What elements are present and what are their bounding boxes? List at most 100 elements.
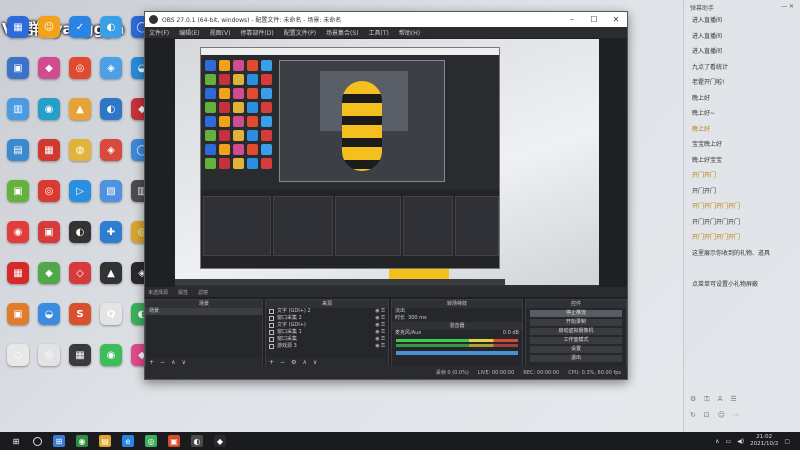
desktop-icon[interactable]: ▣ (34, 221, 64, 262)
desktop-icon[interactable]: ▧ (96, 180, 126, 221)
desktop-icon[interactable]: ▦ (65, 344, 95, 385)
taskbar-app-icon[interactable]: ◉ (76, 435, 88, 447)
control-button[interactable]: 启动虚拟摄像机 (530, 328, 622, 335)
close-icon[interactable]: ✕ (605, 12, 627, 27)
preview-canvas[interactable] (175, 39, 599, 291)
desktop-icon[interactable]: S (65, 303, 95, 344)
source-item[interactable]: 窗口采集 2 ◉ ⚿ (266, 315, 388, 322)
minimize-icon[interactable]: – (561, 12, 583, 27)
more-icon[interactable]: ⋯ (733, 411, 740, 419)
gear-icon[interactable]: ⚙ (291, 359, 296, 366)
desktop-icon[interactable]: Q (96, 303, 126, 344)
control-button[interactable]: 开始录制 (530, 319, 622, 326)
transition-select[interactable]: 淡出 (392, 308, 522, 315)
duration-row[interactable]: 时长 300 ms (392, 315, 522, 322)
desktop-icon[interactable]: ▦ (34, 139, 64, 180)
up-icon[interactable]: ∧ (302, 359, 306, 366)
list-icon[interactable]: ☰ (730, 395, 736, 403)
desktop-icon[interactable]: ▦ (3, 16, 33, 57)
visibility-lock-icon[interactable]: ◉ ⚿ (375, 322, 385, 329)
menu-item[interactable]: 编辑(E) (179, 28, 199, 37)
up-icon[interactable]: ∧ (171, 359, 175, 366)
add-icon[interactable]: + (149, 359, 154, 366)
control-button[interactable]: 设置 (530, 346, 622, 353)
taskbar-app-icon[interactable]: ◎ (145, 435, 157, 447)
tray-up-icon[interactable]: ∧ (715, 438, 719, 445)
down-icon[interactable]: ∨ (181, 359, 185, 366)
user-icon[interactable]: ☺ (718, 411, 725, 419)
source-item[interactable]: 窗口采集 1 ◉ ⚿ (266, 329, 388, 336)
taskbar-app-icon[interactable]: ⊞ (53, 435, 65, 447)
desktop-icon[interactable]: ◐ (65, 221, 95, 262)
obs-window[interactable]: OBS 27.0.1 (64-bit, windows) - 配置文件: 未命名… (144, 11, 628, 380)
desktop-icon[interactable]: ◇ (65, 262, 95, 303)
desktop-icon[interactable]: ▦ (3, 262, 33, 303)
visibility-lock-icon[interactable]: ◉ ⚿ (375, 315, 385, 322)
maximize-icon[interactable]: ☐ (583, 12, 605, 27)
control-button[interactable]: 停止推流 (530, 310, 622, 317)
menu-item[interactable]: 配置文件(P) (284, 28, 316, 37)
desktop-icon[interactable]: ▲ (65, 98, 95, 139)
desktop-icon[interactable]: ◉ (96, 344, 126, 385)
lock-icon[interactable]: ⚿ (704, 395, 709, 404)
source-item[interactable]: 文字 (GDI+) 2 ◉ ⚿ (266, 308, 388, 315)
desktop-icon[interactable]: ◇ (3, 344, 33, 385)
desktop-icon[interactable]: ◐ (96, 16, 126, 57)
desktop-icon[interactable]: ✚ (96, 221, 126, 262)
chat-window-controls[interactable]: — ✕ (781, 3, 794, 10)
taskbar-app-icon[interactable]: ◆ (214, 435, 226, 447)
desktop-icon[interactable]: ▣ (3, 180, 33, 221)
gift-icon[interactable]: ⊡ (704, 411, 710, 419)
desktop-icon[interactable]: ◎ (34, 180, 64, 221)
add-icon[interactable]: + (269, 359, 274, 366)
taskbar-app-icon[interactable]: ◐ (191, 435, 203, 447)
desktop-icon[interactable]: ◆ (34, 262, 64, 303)
desktop-icon[interactable]: ◒ (34, 303, 64, 344)
desktop-icon[interactable]: ▣ (3, 303, 33, 344)
source-item[interactable]: 游戏源 3 ◉ ⚿ (266, 343, 388, 350)
desktop-icon[interactable]: ◎ (65, 57, 95, 98)
start-icon[interactable]: ⊞ (10, 435, 22, 447)
taskbar-app-icon[interactable]: ▤ (99, 435, 111, 447)
remove-icon[interactable]: − (160, 359, 165, 366)
desktop-icon[interactable]: ◆ (34, 57, 64, 98)
desktop-icon[interactable]: ◈ (96, 139, 126, 180)
network-icon[interactable]: ▭ (725, 438, 731, 445)
desktop-icon[interactable]: ◐ (96, 98, 126, 139)
source-item[interactable]: 窗口采集 ◉ ⚿ (266, 336, 388, 343)
desktop-icon[interactable]: ▷ (65, 180, 95, 221)
remove-icon[interactable]: − (280, 359, 285, 366)
control-button[interactable]: 退出 (530, 355, 622, 362)
visibility-lock-icon[interactable]: ◉ ⚿ (375, 329, 385, 336)
taskbar-app-icon[interactable]: e (122, 435, 134, 447)
menu-item[interactable]: 场景集合(S) (326, 28, 359, 37)
menu-item[interactable]: 停靠部件(D) (240, 28, 273, 37)
desktop-icon[interactable]: ▥ (3, 98, 33, 139)
menu-item[interactable]: 帮助(H) (399, 28, 420, 37)
menu-item[interactable]: 工具(T) (369, 28, 389, 37)
dock-tab[interactable]: 滤镜 (198, 289, 208, 296)
taskbar-app-icon[interactable]: ▣ (168, 435, 180, 447)
desktop-icon[interactable]: ☺ (34, 16, 64, 57)
source-item[interactable]: 文字 (GDI+) ◉ ⚿ (266, 322, 388, 329)
volume-slider[interactable] (396, 351, 518, 355)
desktop-icon[interactable]: ◉ (34, 98, 64, 139)
visibility-lock-icon[interactable]: ◉ ⚿ (375, 343, 385, 350)
search-icon[interactable] (33, 436, 42, 446)
desktop-icon[interactable]: ▣ (3, 57, 33, 98)
desktop-icon[interactable]: ▲ (96, 262, 126, 303)
scene-item[interactable]: 场景 (146, 308, 262, 315)
desktop-icon[interactable]: ▤ (3, 139, 33, 180)
dock-tab[interactable]: 属性 (178, 289, 188, 296)
down-icon[interactable]: ∨ (313, 359, 317, 366)
refresh-icon[interactable]: ↻ (690, 411, 696, 419)
volume-icon[interactable]: ◀) (737, 438, 744, 445)
desktop-icon[interactable]: ◎ (34, 344, 64, 385)
clock[interactable]: 21:02 2021/10/2 (750, 434, 778, 448)
visibility-lock-icon[interactable]: ◉ ⚿ (375, 336, 385, 343)
notification-icon[interactable]: ▢ (784, 438, 790, 445)
settings-icon[interactable]: ⚙ (690, 395, 696, 403)
desktop-icon[interactable]: ◉ (3, 221, 33, 262)
obs-titlebar[interactable]: OBS 27.0.1 (64-bit, windows) - 配置文件: 未命名… (145, 12, 627, 27)
visibility-lock-icon[interactable]: ◉ ⚿ (375, 308, 385, 315)
